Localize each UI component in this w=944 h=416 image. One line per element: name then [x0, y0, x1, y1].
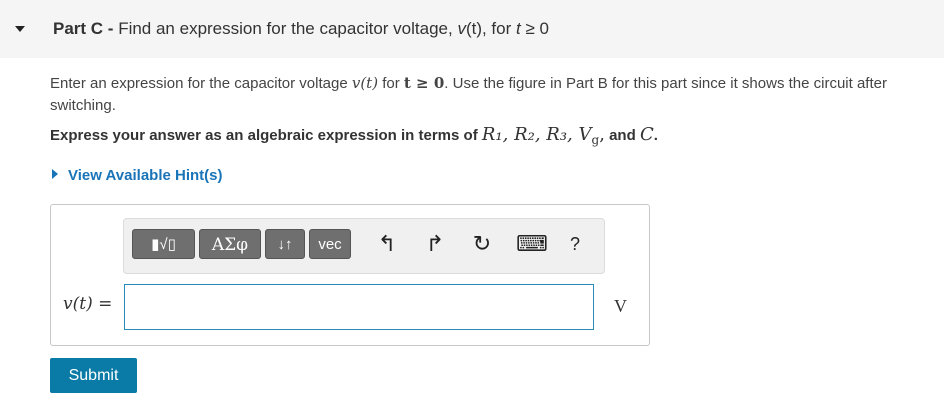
hint-label: View Available Hint(s): [68, 167, 223, 184]
math-toolbar: ▮√▯ ΑΣφ ↓↑ vec ↰ ↱ ↻ ⌨ ?: [123, 218, 605, 274]
math-v-of-t: v(t): [351, 74, 379, 92]
reset-icon[interactable]: ↻: [469, 231, 495, 257]
answer-format-instruction: Express your answer as an algebraic expr…: [50, 124, 658, 147]
help-icon[interactable]: ?: [562, 231, 588, 257]
math-condition: t ≥ 0: [403, 74, 445, 92]
instr-text-a: Enter an expression for the capacitor vo…: [50, 75, 352, 92]
format-end: .: [653, 127, 658, 144]
part-label: Part C: [53, 19, 104, 38]
subscript-superscript-button[interactable]: ↓↑: [265, 229, 305, 259]
unit-label: V: [614, 296, 627, 316]
view-hints-link[interactable]: View Available Hint(s): [52, 167, 223, 184]
instructions-paragraph: Enter an expression for the capacitor vo…: [50, 72, 930, 117]
part-title-paren: (t): [465, 19, 482, 38]
answer-box: ▮√▯ ΑΣφ ↓↑ vec ↰ ↱ ↻ ⌨ ? v(t) = V: [50, 204, 650, 346]
instr-for: for: [378, 75, 404, 92]
expand-triangle-icon: [52, 169, 58, 179]
vector-button[interactable]: vec: [309, 229, 351, 259]
greek-letters-button[interactable]: ΑΣφ: [199, 229, 261, 259]
answer-input[interactable]: [124, 284, 594, 330]
format-and: and: [604, 127, 640, 144]
math-c: C: [639, 124, 654, 145]
part-header[interactable]: Part C - Find an expression for the capa…: [0, 0, 944, 58]
part-title: Part C - Find an expression for the capa…: [53, 19, 549, 39]
part-title-cond: ≥ 0: [520, 19, 549, 38]
format-text: Express your answer as an algebraic expr…: [50, 127, 482, 144]
part-title-text: Find an expression for the capacitor vol…: [118, 19, 458, 38]
undo-icon[interactable]: ↰: [374, 231, 400, 257]
redo-icon[interactable]: ↱: [422, 231, 448, 257]
part-title-for: , for: [481, 19, 516, 38]
templates-button[interactable]: ▮√▯: [132, 229, 195, 259]
part-title-var: v: [457, 19, 466, 38]
submit-button[interactable]: Submit: [50, 358, 137, 393]
keyboard-icon[interactable]: ⌨: [516, 231, 548, 257]
math-variables: R₁, R₂, R₃, V: [481, 124, 592, 145]
answer-label: v(t) =: [63, 294, 113, 314]
part-separator: -: [103, 19, 119, 38]
collapse-caret-icon[interactable]: [15, 26, 25, 32]
